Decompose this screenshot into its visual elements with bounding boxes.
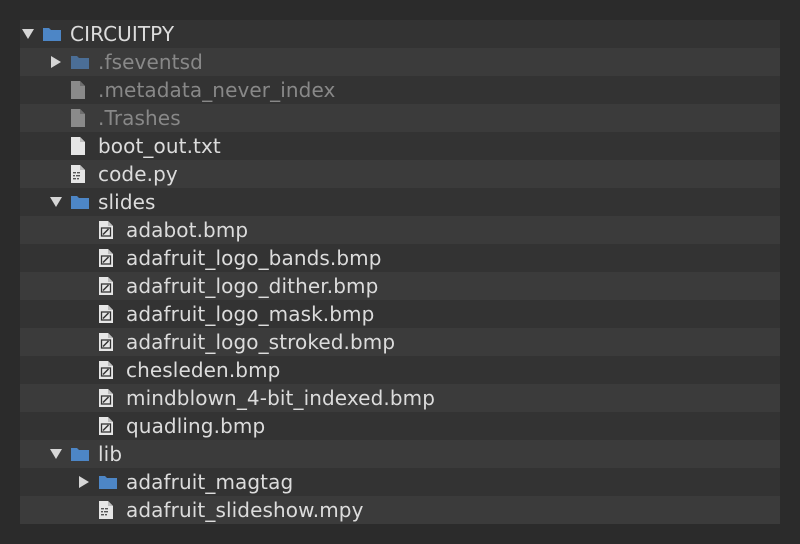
image-file-icon bbox=[98, 272, 120, 300]
folder-icon bbox=[70, 188, 92, 216]
file-icon bbox=[70, 104, 92, 132]
folder-icon bbox=[98, 468, 120, 496]
image-file-icon bbox=[98, 356, 120, 384]
toggle-spacer bbox=[76, 216, 92, 244]
tree-item-label: adafruit_logo_stroked.bmp bbox=[126, 330, 396, 354]
tree-item-label: chesleden.bmp bbox=[126, 358, 281, 382]
tree-item-label: adafruit_logo_dither.bmp bbox=[126, 274, 379, 298]
tree-item-label: adafruit_slideshow.mpy bbox=[126, 498, 364, 522]
tree-file-row[interactable]: adabot.bmp bbox=[20, 216, 780, 244]
tree-item-label: adabot.bmp bbox=[126, 218, 249, 242]
tree-folder-row[interactable]: lib bbox=[20, 440, 780, 468]
tree-folder-row[interactable]: adafruit_magtag bbox=[20, 468, 780, 496]
tree-file-row[interactable]: .Trashes bbox=[20, 104, 780, 132]
folder-icon bbox=[42, 20, 64, 48]
tree-item-label: slides bbox=[98, 190, 156, 214]
tree-root-label: CIRCUITPY bbox=[70, 22, 175, 46]
tree-item-label: quadling.bmp bbox=[126, 414, 266, 438]
collapse-toggle-icon[interactable] bbox=[48, 440, 64, 468]
tree-file-row[interactable]: adafruit_logo_dither.bmp bbox=[20, 272, 780, 300]
image-file-icon bbox=[98, 384, 120, 412]
expand-toggle-icon[interactable] bbox=[76, 468, 92, 496]
tree-item-label: mindblown_4-bit_indexed.bmp bbox=[126, 386, 435, 410]
tree-file-row[interactable]: code.py bbox=[20, 160, 780, 188]
tree-item-label: adafruit_magtag bbox=[126, 470, 294, 494]
file-tree: CIRCUITPY .fseventsd .metadata_never_inde… bbox=[20, 20, 780, 524]
code-file-icon bbox=[70, 160, 92, 188]
expand-toggle-icon[interactable] bbox=[48, 48, 64, 76]
toggle-spacer bbox=[48, 76, 64, 104]
tree-root-row[interactable]: CIRCUITPY bbox=[20, 20, 780, 48]
tree-file-row[interactable]: chesleden.bmp bbox=[20, 356, 780, 384]
tree-item-label: boot_out.txt bbox=[98, 134, 221, 158]
tree-file-row[interactable]: boot_out.txt bbox=[20, 132, 780, 160]
tree-folder-row[interactable]: .fseventsd bbox=[20, 48, 780, 76]
file-icon bbox=[70, 132, 92, 160]
folder-icon bbox=[70, 440, 92, 468]
tree-file-row[interactable]: adafruit_logo_bands.bmp bbox=[20, 244, 780, 272]
toggle-spacer bbox=[76, 272, 92, 300]
tree-item-label: lib bbox=[98, 442, 123, 466]
tree-file-row[interactable]: mindblown_4-bit_indexed.bmp bbox=[20, 384, 780, 412]
tree-item-label: .metadata_never_index bbox=[98, 78, 336, 102]
toggle-spacer bbox=[76, 412, 92, 440]
tree-item-label: adafruit_logo_bands.bmp bbox=[126, 246, 382, 270]
tree-item-label: .Trashes bbox=[98, 106, 181, 130]
folder-icon bbox=[70, 48, 92, 76]
toggle-spacer bbox=[76, 384, 92, 412]
tree-file-row[interactable]: adafruit_slideshow.mpy bbox=[20, 496, 780, 524]
collapse-toggle-icon[interactable] bbox=[48, 188, 64, 216]
tree-items: .fseventsd .metadata_never_index .Trashes b… bbox=[20, 48, 780, 524]
tree-folder-row[interactable]: slides bbox=[20, 188, 780, 216]
toggle-spacer bbox=[76, 356, 92, 384]
tree-item-label: code.py bbox=[98, 162, 178, 186]
tree-item-label: .fseventsd bbox=[98, 50, 203, 74]
tree-file-row[interactable]: adafruit_logo_mask.bmp bbox=[20, 300, 780, 328]
tree-file-row[interactable]: .metadata_never_index bbox=[20, 76, 780, 104]
toggle-spacer bbox=[76, 328, 92, 356]
toggle-spacer bbox=[48, 104, 64, 132]
tree-item-label: adafruit_logo_mask.bmp bbox=[126, 302, 375, 326]
image-file-icon bbox=[98, 244, 120, 272]
toggle-spacer bbox=[48, 160, 64, 188]
toggle-spacer bbox=[76, 300, 92, 328]
toggle-spacer bbox=[48, 132, 64, 160]
image-file-icon bbox=[98, 216, 120, 244]
toggle-spacer bbox=[76, 244, 92, 272]
file-icon bbox=[70, 76, 92, 104]
image-file-icon bbox=[98, 412, 120, 440]
toggle-spacer bbox=[76, 496, 92, 524]
tree-file-row[interactable]: quadling.bmp bbox=[20, 412, 780, 440]
expand-toggle-icon[interactable] bbox=[20, 20, 36, 48]
image-file-icon bbox=[98, 300, 120, 328]
tree-file-row[interactable]: adafruit_logo_stroked.bmp bbox=[20, 328, 780, 356]
code-file-icon bbox=[98, 496, 120, 524]
image-file-icon bbox=[98, 328, 120, 356]
